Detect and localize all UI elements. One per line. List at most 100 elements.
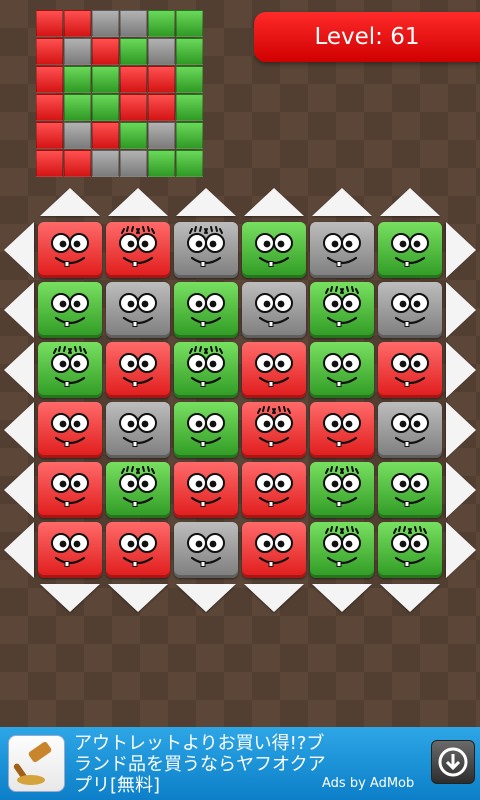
arrow-right-3[interactable] bbox=[446, 342, 476, 398]
auction-hammer-icon bbox=[8, 735, 65, 792]
target-cell-green bbox=[176, 10, 203, 37]
target-cell-green bbox=[92, 94, 119, 121]
target-cell-green bbox=[148, 150, 175, 177]
target-cell-gray bbox=[120, 10, 147, 37]
target-cell-green bbox=[120, 122, 147, 149]
arrow-left-5[interactable] bbox=[4, 462, 34, 518]
monster-tile-red[interactable] bbox=[38, 462, 102, 518]
target-cell-gray bbox=[120, 150, 147, 177]
ad-attribution: Ads by AdMob bbox=[322, 776, 415, 791]
monster-tile-green[interactable] bbox=[310, 282, 374, 338]
target-cell-gray bbox=[148, 38, 175, 65]
target-cell-red bbox=[64, 150, 91, 177]
arrow-down-6[interactable] bbox=[380, 584, 440, 612]
monster-tile-green[interactable] bbox=[38, 282, 102, 338]
target-cell-gray bbox=[92, 150, 119, 177]
monster-tile-red[interactable] bbox=[242, 462, 306, 518]
target-cell-red bbox=[36, 94, 63, 121]
target-cell-green bbox=[176, 94, 203, 121]
monster-tile-green[interactable] bbox=[106, 462, 170, 518]
arrow-up-2[interactable] bbox=[108, 188, 168, 216]
monster-tile-green[interactable] bbox=[242, 222, 306, 278]
monster-tile-green[interactable] bbox=[38, 342, 102, 398]
monster-tile-gray[interactable] bbox=[242, 282, 306, 338]
monster-tile-green[interactable] bbox=[174, 342, 238, 398]
monster-tile-green[interactable] bbox=[174, 282, 238, 338]
monster-tile-green[interactable] bbox=[378, 222, 442, 278]
target-cell-red bbox=[148, 94, 175, 121]
arrow-down-2[interactable] bbox=[108, 584, 168, 612]
monster-tile-red[interactable] bbox=[106, 222, 170, 278]
monster-tile-red[interactable] bbox=[242, 402, 306, 458]
target-cell-red bbox=[92, 38, 119, 65]
target-cell-green bbox=[176, 38, 203, 65]
target-cell-gray bbox=[64, 122, 91, 149]
target-cell-red bbox=[36, 10, 63, 37]
monster-tile-green[interactable] bbox=[310, 342, 374, 398]
monster-tile-red[interactable] bbox=[106, 342, 170, 398]
arrow-right-6[interactable] bbox=[446, 522, 476, 578]
arrow-up-5[interactable] bbox=[312, 188, 372, 216]
target-cell-gray bbox=[92, 10, 119, 37]
arrow-left-2[interactable] bbox=[4, 282, 34, 338]
target-cell-red bbox=[36, 38, 63, 65]
target-cell-gray bbox=[148, 122, 175, 149]
monster-tile-red[interactable] bbox=[378, 342, 442, 398]
target-cell-red bbox=[36, 122, 63, 149]
monster-tile-gray[interactable] bbox=[174, 522, 238, 578]
monster-tile-gray[interactable] bbox=[378, 402, 442, 458]
monster-tile-red[interactable] bbox=[38, 402, 102, 458]
arrow-down-5[interactable] bbox=[312, 584, 372, 612]
arrow-left-1[interactable] bbox=[4, 222, 34, 278]
arrow-up-6[interactable] bbox=[380, 188, 440, 216]
monster-tile-green[interactable] bbox=[310, 462, 374, 518]
arrow-right-5[interactable] bbox=[446, 462, 476, 518]
target-cell-green bbox=[120, 38, 147, 65]
arrow-up-4[interactable] bbox=[244, 188, 304, 216]
target-cell-green bbox=[64, 66, 91, 93]
monster-tile-gray[interactable] bbox=[310, 222, 374, 278]
target-cell-red bbox=[92, 122, 119, 149]
target-cell-green bbox=[176, 122, 203, 149]
monster-tile-red[interactable] bbox=[174, 462, 238, 518]
arrow-down-3[interactable] bbox=[176, 584, 236, 612]
arrow-right-4[interactable] bbox=[446, 402, 476, 458]
target-cell-gray bbox=[64, 38, 91, 65]
monster-tile-gray[interactable] bbox=[174, 222, 238, 278]
arrow-right-2[interactable] bbox=[446, 282, 476, 338]
monster-tile-green[interactable] bbox=[310, 522, 374, 578]
monster-tile-red[interactable] bbox=[310, 402, 374, 458]
target-cell-red bbox=[64, 10, 91, 37]
target-cell-red bbox=[148, 66, 175, 93]
monster-tile-red[interactable] bbox=[242, 342, 306, 398]
arrow-down-1[interactable] bbox=[40, 584, 100, 612]
arrow-left-3[interactable] bbox=[4, 342, 34, 398]
target-cell-green bbox=[92, 66, 119, 93]
target-cell-green bbox=[176, 66, 203, 93]
target-cell-green bbox=[148, 10, 175, 37]
target-cell-red bbox=[36, 150, 63, 177]
arrow-up-3[interactable] bbox=[176, 188, 236, 216]
arrow-up-1[interactable] bbox=[40, 188, 100, 216]
arrow-left-4[interactable] bbox=[4, 402, 34, 458]
target-cell-red bbox=[120, 94, 147, 121]
monster-tile-gray[interactable] bbox=[378, 282, 442, 338]
arrow-right-1[interactable] bbox=[446, 222, 476, 278]
monster-tile-green[interactable] bbox=[378, 522, 442, 578]
monster-tile-red[interactable] bbox=[106, 522, 170, 578]
target-cell-red bbox=[36, 66, 63, 93]
monster-tile-green[interactable] bbox=[174, 402, 238, 458]
arrow-left-6[interactable] bbox=[4, 522, 34, 578]
download-icon[interactable] bbox=[431, 740, 475, 784]
monster-tile-red[interactable] bbox=[38, 522, 102, 578]
arrow-down-4[interactable] bbox=[244, 584, 304, 612]
target-cell-green bbox=[176, 150, 203, 177]
level-indicator: Level: 61 bbox=[254, 12, 480, 62]
monster-tile-gray[interactable] bbox=[106, 402, 170, 458]
target-cell-green bbox=[64, 94, 91, 121]
monster-tile-red[interactable] bbox=[242, 522, 306, 578]
monster-tile-green[interactable] bbox=[378, 462, 442, 518]
target-cell-red bbox=[120, 66, 147, 93]
monster-tile-gray[interactable] bbox=[106, 282, 170, 338]
monster-tile-red[interactable] bbox=[38, 222, 102, 278]
